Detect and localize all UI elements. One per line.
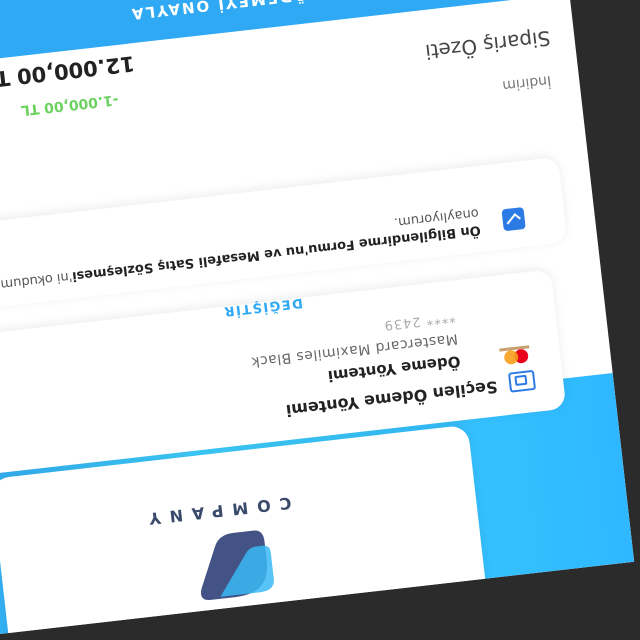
consent-text-bold[interactable]: Ön Bilgilendirme Formu'nu ve Mesafeli Sa… bbox=[71, 222, 481, 283]
screen: COMPANY Seçilen Ödeme Yöntemi Ödeme Yönt… bbox=[0, 0, 640, 640]
card-number: **** 2439 bbox=[382, 309, 457, 333]
discount-label: İndirim bbox=[501, 72, 553, 94]
consent-text: Ön Bilgilendirme Formu'nu ve Mesafeli Sa… bbox=[0, 204, 482, 297]
discount-value: -1.000,00 TL bbox=[19, 91, 120, 119]
total-value: 12.000,00 TL bbox=[0, 51, 136, 93]
app-view: COMPANY Seçilen Ödeme Yöntemi Ödeme Yönt… bbox=[0, 0, 635, 640]
company-logo-icon bbox=[201, 530, 274, 601]
change-payment-button[interactable]: DEĞİŞTİR bbox=[222, 295, 303, 319]
consent-checkbox[interactable] bbox=[501, 206, 526, 232]
mastercard-logo bbox=[497, 344, 533, 366]
order-summary-label: Sipariş Özeti bbox=[424, 25, 552, 64]
card-icon bbox=[507, 369, 537, 393]
payment-section-title: Seçilen Ödeme Yöntemi bbox=[284, 377, 499, 421]
